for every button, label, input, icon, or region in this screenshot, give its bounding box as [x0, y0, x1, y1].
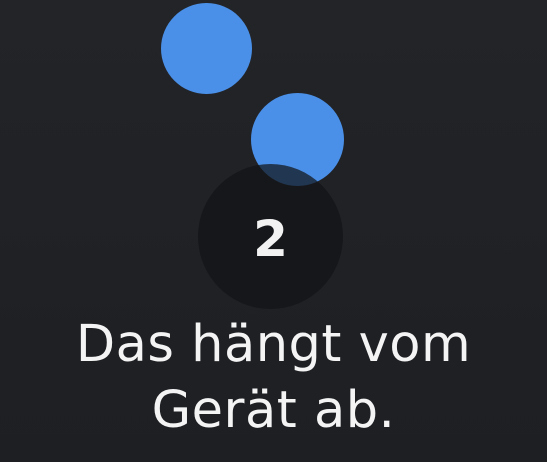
- screen: 2 Das hängt vom Gerät ab.: [0, 0, 547, 462]
- message-line-2: Gerät ab.: [151, 381, 396, 440]
- message-line-1: Das hängt vom: [75, 315, 472, 374]
- step-number: 2: [253, 209, 288, 268]
- step-badge: 2: [198, 164, 343, 309]
- message-text: Das hängt vom Gerät ab.: [0, 312, 547, 444]
- blue-dot-top: [161, 3, 252, 94]
